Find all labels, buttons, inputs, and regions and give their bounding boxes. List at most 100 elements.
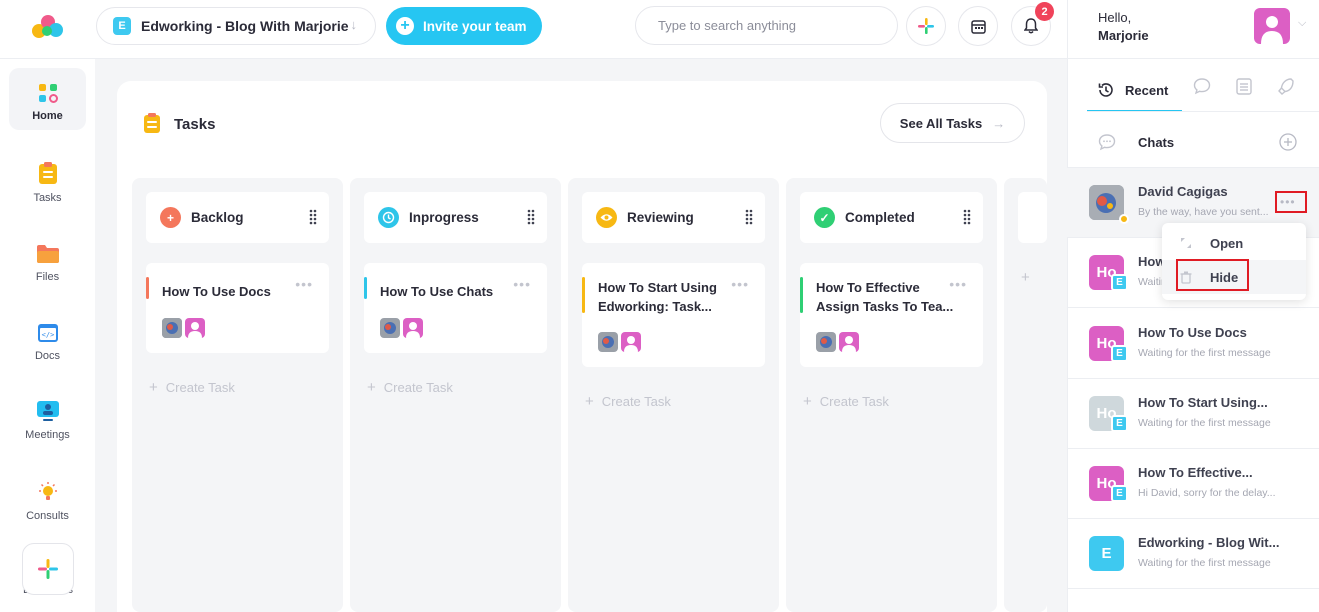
search-input[interactable]: Type to search anything	[635, 6, 898, 45]
column-title: Completed	[845, 210, 915, 225]
avatar	[162, 318, 182, 338]
lightbulb-icon	[38, 482, 57, 500]
rocket-icon[interactable]	[1278, 77, 1294, 95]
create-task-button[interactable]: + Create Task	[585, 393, 671, 410]
card-assignees	[162, 318, 205, 338]
clipboard-icon	[144, 113, 160, 133]
chat-bubble-icon[interactable]	[1193, 77, 1211, 95]
workspace-badge: E	[1111, 415, 1128, 432]
more-options-icon[interactable]: •••	[949, 276, 967, 292]
workspace-badge: E	[1111, 345, 1128, 362]
workspace-badge: E	[1111, 485, 1128, 502]
column-header: ✓ Completed	[800, 192, 983, 243]
column-title: Reviewing	[627, 210, 694, 225]
sidebar-item-meetings[interactable]: Meetings	[9, 387, 86, 449]
workspace-selector[interactable]: E Edworking - Blog With Marjorie ↓	[96, 7, 376, 45]
create-task-button[interactable]: + Create Task	[149, 379, 235, 396]
drag-handle-icon[interactable]	[745, 209, 753, 225]
sidebar-item-consults[interactable]: Consults	[9, 468, 86, 530]
greeting: Hello, Marjorie	[1098, 10, 1149, 43]
workspace-name: Edworking - Blog With Marjorie	[141, 18, 349, 34]
calendar-button[interactable]	[958, 6, 998, 46]
more-options-icon[interactable]: •••	[295, 276, 313, 292]
task-card[interactable]: How To Use Chats •••	[364, 263, 547, 353]
drag-handle-icon[interactable]	[309, 209, 317, 225]
edworking-logo[interactable]	[30, 12, 64, 40]
status-dot	[1119, 214, 1129, 224]
sidebar-item-label: Home	[32, 110, 63, 122]
see-all-tasks-button[interactable]: See All Tasks →	[880, 103, 1025, 143]
column-header: Inprogress	[364, 192, 547, 243]
task-list-icon[interactable]	[1236, 77, 1252, 95]
card-assignees	[816, 332, 859, 352]
create-task-button[interactable]: + Create Task	[367, 379, 453, 396]
tab-recent-label: Recent	[1125, 82, 1169, 98]
more-options-icon[interactable]: •••	[513, 276, 531, 292]
drag-handle-icon[interactable]	[527, 209, 535, 225]
sidebar-item-tasks[interactable]: Tasks	[9, 150, 86, 212]
chat-preview: Waiting for the first message	[1138, 347, 1271, 359]
sidebar-item-label: Files	[35, 271, 60, 283]
arrow-right-icon: →	[992, 115, 1006, 131]
history-icon	[1098, 83, 1113, 97]
column-title: Inprogress	[409, 210, 479, 225]
chat-item[interactable]: E Edworking - Blog Wit... Waiting for th…	[1067, 519, 1319, 589]
highlight-box	[1176, 259, 1249, 291]
chat-preview: Waiting for the first message	[1138, 557, 1271, 569]
divider	[1087, 111, 1319, 112]
chat-name: Edworking - Blog Wit...	[1138, 535, 1280, 550]
task-card[interactable]: How To Effective Assign Tasks To Tea... …	[800, 263, 983, 367]
sidebar-item-label: Consults	[26, 510, 69, 522]
chat-item[interactable]: Ho E How To Start Using... Waiting for t…	[1067, 379, 1319, 449]
quick-add-button[interactable]	[906, 6, 946, 46]
card-status-bar	[800, 277, 803, 313]
task-column-completed: ✓ Completed How To Effective Assign Task…	[786, 178, 997, 612]
chat-preview: Hi David, sorry for the delay...	[1138, 487, 1276, 499]
highlight-box	[1275, 191, 1307, 213]
home-grid-icon	[38, 84, 58, 103]
column-header	[1018, 192, 1047, 243]
chats-section-title: Chats	[1138, 135, 1175, 150]
sidebar-item-files[interactable]: Files	[9, 229, 86, 291]
code-doc-icon: </>	[37, 324, 58, 342]
sidebar-item-label: Tasks	[33, 192, 62, 204]
chat-item[interactable]: Ho E How To Use Docs Waiting for the fir…	[1067, 309, 1319, 379]
card-assignees	[380, 318, 423, 338]
eye-icon	[596, 207, 617, 228]
task-card[interactable]: How To Use Docs •••	[146, 263, 329, 353]
colorful-plus-icon	[918, 18, 934, 34]
create-task-button[interactable]: + Create Task	[803, 393, 889, 410]
see-all-label: See All Tasks	[899, 115, 983, 131]
tasks-title: Tasks	[174, 116, 216, 133]
task-card[interactable]: How To Start Using Edworking: Task... ••…	[582, 263, 765, 367]
chat-name: How To Effective...	[1138, 465, 1253, 480]
task-card-title: How To Use Docs	[162, 284, 271, 299]
chat-preview: By the way, have you sent...	[1138, 206, 1269, 218]
bell-icon	[1024, 18, 1038, 34]
chat-name: How To Use Docs	[1138, 325, 1247, 340]
chat-name: How To Start Using...	[1138, 395, 1268, 410]
avatar	[621, 332, 641, 352]
chevron-down-icon[interactable]: ⌵	[1298, 17, 1306, 30]
sidebar-item-docs[interactable]: </> Docs	[9, 308, 86, 370]
sidebar-item-home[interactable]: Home	[9, 68, 86, 130]
create-new-button[interactable]	[22, 543, 74, 595]
tab-recent[interactable]: Recent	[1087, 70, 1182, 112]
card-status-bar	[582, 277, 585, 313]
divider	[1067, 58, 1319, 59]
invite-label: Invite your team	[423, 18, 527, 34]
menu-item-label: Open	[1210, 235, 1244, 251]
chat-item[interactable]: Ho E How To Effective... Hi David, sorry…	[1067, 449, 1319, 519]
invite-team-button[interactable]: + Invite your team	[386, 7, 542, 45]
task-column-partial: +	[1004, 178, 1047, 612]
drag-handle-icon[interactable]	[963, 209, 971, 225]
workspace-badge: E	[1111, 274, 1128, 291]
avatar	[1089, 185, 1124, 220]
chat-name: David Cagigas	[1138, 184, 1228, 199]
add-chat-icon[interactable]	[1279, 133, 1297, 151]
task-card-title: How To Effective Assign Tasks To Tea...	[816, 280, 954, 314]
more-options-icon[interactable]: •••	[731, 276, 749, 292]
user-avatar[interactable]	[1254, 8, 1290, 44]
menu-item-open[interactable]: Open	[1162, 226, 1306, 260]
add-column-plus-icon[interactable]: +	[1021, 269, 1038, 286]
